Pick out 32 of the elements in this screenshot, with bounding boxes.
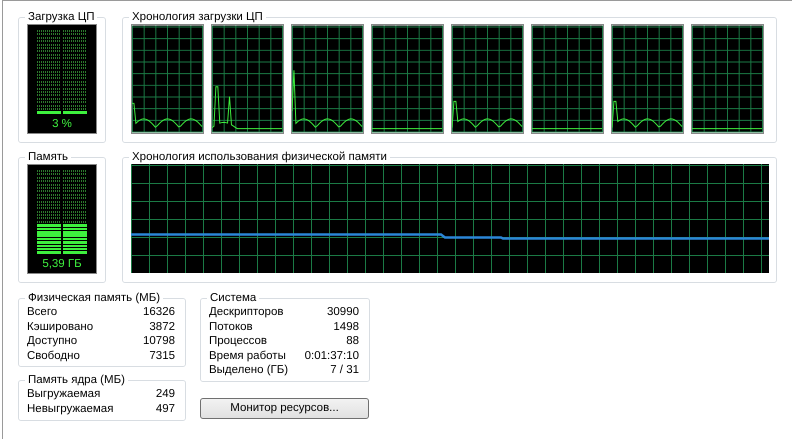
- stat-value: 249: [156, 387, 175, 402]
- resource-monitor-button[interactable]: Монитор ресурсов...: [200, 398, 369, 419]
- group-title: Загрузка ЦП: [27, 10, 96, 24]
- stat-value: 10798: [143, 334, 175, 349]
- group-title: Память: [27, 150, 70, 164]
- stat-label: Время работы: [209, 348, 286, 364]
- stat-value: 7315: [149, 348, 175, 364]
- stat-label: Кэшировано: [27, 320, 94, 334]
- memory-reading: 5,39 ГБ: [42, 258, 82, 270]
- stat-label: Доступно: [27, 334, 78, 349]
- group-title: Хронология загрузки ЦП: [131, 10, 264, 24]
- stat-label: Выгружаемая: [27, 387, 100, 402]
- stat-label: Выделено (ГБ): [209, 363, 288, 378]
- stat-value: 0:01:37:10: [304, 348, 359, 364]
- stat-label: Невыгружаемая: [27, 402, 114, 417]
- stat-value: 30990: [327, 305, 359, 320]
- group-title: Хронология использования физической памяти: [131, 150, 388, 164]
- stat-label: Процессов: [209, 334, 268, 349]
- group-title: Система: [209, 291, 258, 305]
- stat-value: 16326: [143, 305, 175, 320]
- cpu-usage-reading: 3 %: [52, 118, 72, 130]
- group-title: Память ядра (МБ): [27, 373, 126, 388]
- stat-value: 88: [346, 334, 359, 349]
- group-title: Физическая память (МБ): [27, 291, 162, 305]
- stat-label: Дескрипторов: [209, 305, 284, 320]
- stat-label: Свободно: [27, 348, 80, 364]
- stat-value: 497: [156, 402, 175, 417]
- stat-value: 3872: [149, 320, 175, 334]
- stat-value: 1498: [333, 320, 359, 334]
- stat-label: Потоков: [209, 320, 253, 334]
- stat-value: 7 / 31: [330, 363, 359, 378]
- stat-label: Всего: [27, 305, 58, 320]
